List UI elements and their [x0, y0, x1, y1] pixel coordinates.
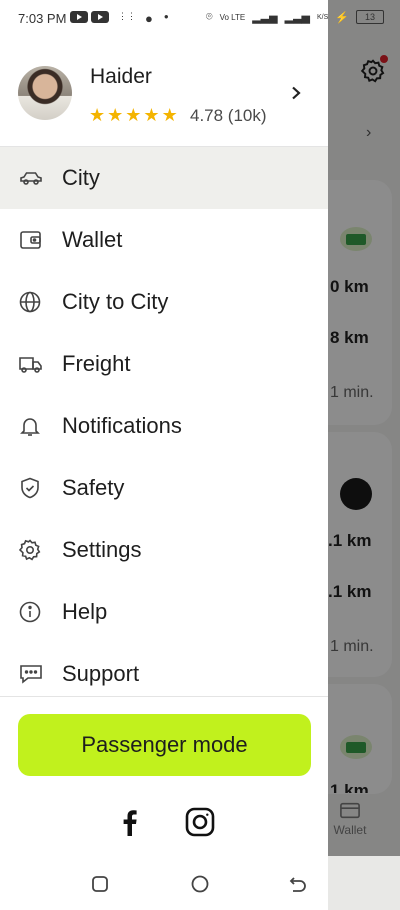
menu-item-help[interactable]: Help: [0, 581, 328, 643]
rating-value: 4.78 (10k): [190, 106, 267, 125]
bell-icon: [20, 418, 40, 436]
star-icon: ★: [143, 105, 160, 125]
instagram-icon[interactable]: [184, 806, 216, 838]
nav-bar-bg: [328, 856, 400, 910]
menu-item-notifications[interactable]: Notifications: [0, 395, 328, 457]
back-icon[interactable]: [288, 874, 308, 894]
menu-label: Safety: [62, 475, 125, 500]
profile-header[interactable]: Haider ★ ★ ★ ★ ★ 4.78 (10k): [0, 58, 328, 146]
chevron-right-icon[interactable]: [290, 83, 302, 106]
menu-label: Notifications: [62, 413, 182, 438]
star-icon: ★: [107, 105, 124, 125]
facebook-icon[interactable]: [114, 806, 146, 838]
charging-icon: ⚡: [335, 11, 349, 24]
menu-label: Support: [62, 661, 140, 686]
more-dot-icon: ●: [163, 12, 169, 21]
profile-name: Haider: [90, 65, 152, 88]
signal-icon: ▂▃▅: [252, 11, 278, 24]
recents-icon[interactable]: [90, 874, 110, 894]
menu-item-settings[interactable]: Settings: [0, 519, 328, 581]
bg-wallet-label: Wallet: [333, 823, 367, 837]
star-icon: ★: [89, 105, 106, 125]
rating-stars: ★ ★ ★ ★ ★: [89, 106, 178, 124]
divider: [0, 696, 328, 697]
wallet-icon: [340, 802, 360, 819]
vibrate-icon: ⋮⋮: [118, 11, 136, 21]
menu-label: Wallet: [62, 227, 123, 252]
shield-icon: [21, 477, 39, 499]
passenger-mode-button[interactable]: Passenger mode: [18, 714, 311, 776]
youtube-icon: [91, 11, 109, 23]
truck-icon: [19, 357, 42, 373]
chat-icon: [20, 665, 42, 684]
youtube-icon: [70, 11, 88, 23]
menu-label: Help: [62, 599, 108, 624]
menu-label: Freight: [62, 351, 131, 376]
system-icons: ⌾ Vo LTE ▂▃▅ ▂▃▅ K/S ⚡ 13: [206, 10, 384, 24]
menu-item-city[interactable]: City: [0, 147, 328, 209]
navigation-drawer: Haider ★ ★ ★ ★ ★ 4.78 (10k) City Wallet …: [0, 0, 328, 910]
location-icon: ⌾: [205, 10, 213, 23]
menu-item-freight[interactable]: Freight: [0, 333, 328, 395]
battery-icon: 13: [356, 10, 384, 24]
globe-icon: [19, 291, 41, 313]
bg-wallet-tab: Wallet: [330, 800, 370, 837]
signal-icon: ▂▃▅: [284, 11, 310, 24]
status-bar: 7:03 PM ⋮⋮ ● ● ⌾ Vo LTE ▂▃▅ ▂▃▅ K/S ⚡ 13: [0, 0, 400, 38]
menu-item-wallet[interactable]: Wallet: [0, 209, 328, 271]
menu-label: Settings: [62, 537, 142, 562]
info-icon: [19, 601, 41, 623]
gear-icon: [18, 539, 41, 561]
car-icon: [20, 172, 42, 185]
menu-item-city-to-city[interactable]: City to City: [0, 271, 328, 333]
system-nav-bar: [0, 856, 328, 910]
message-icon: ●: [145, 11, 153, 26]
menu-item-safety[interactable]: Safety: [0, 457, 328, 519]
notification-icons: ⋮⋮ ● ●: [70, 11, 169, 26]
avatar: [18, 66, 72, 120]
menu-label: City to City: [62, 289, 169, 314]
home-icon[interactable]: [190, 874, 210, 894]
status-time: 7:03 PM: [18, 11, 67, 26]
volte-icon: Vo LTE: [219, 12, 246, 22]
data-speed-icon: K/S: [317, 13, 329, 21]
star-icon: ★: [161, 105, 178, 125]
menu-label: City: [62, 165, 100, 190]
star-icon: ★: [125, 105, 142, 125]
wallet-icon: [20, 231, 41, 249]
